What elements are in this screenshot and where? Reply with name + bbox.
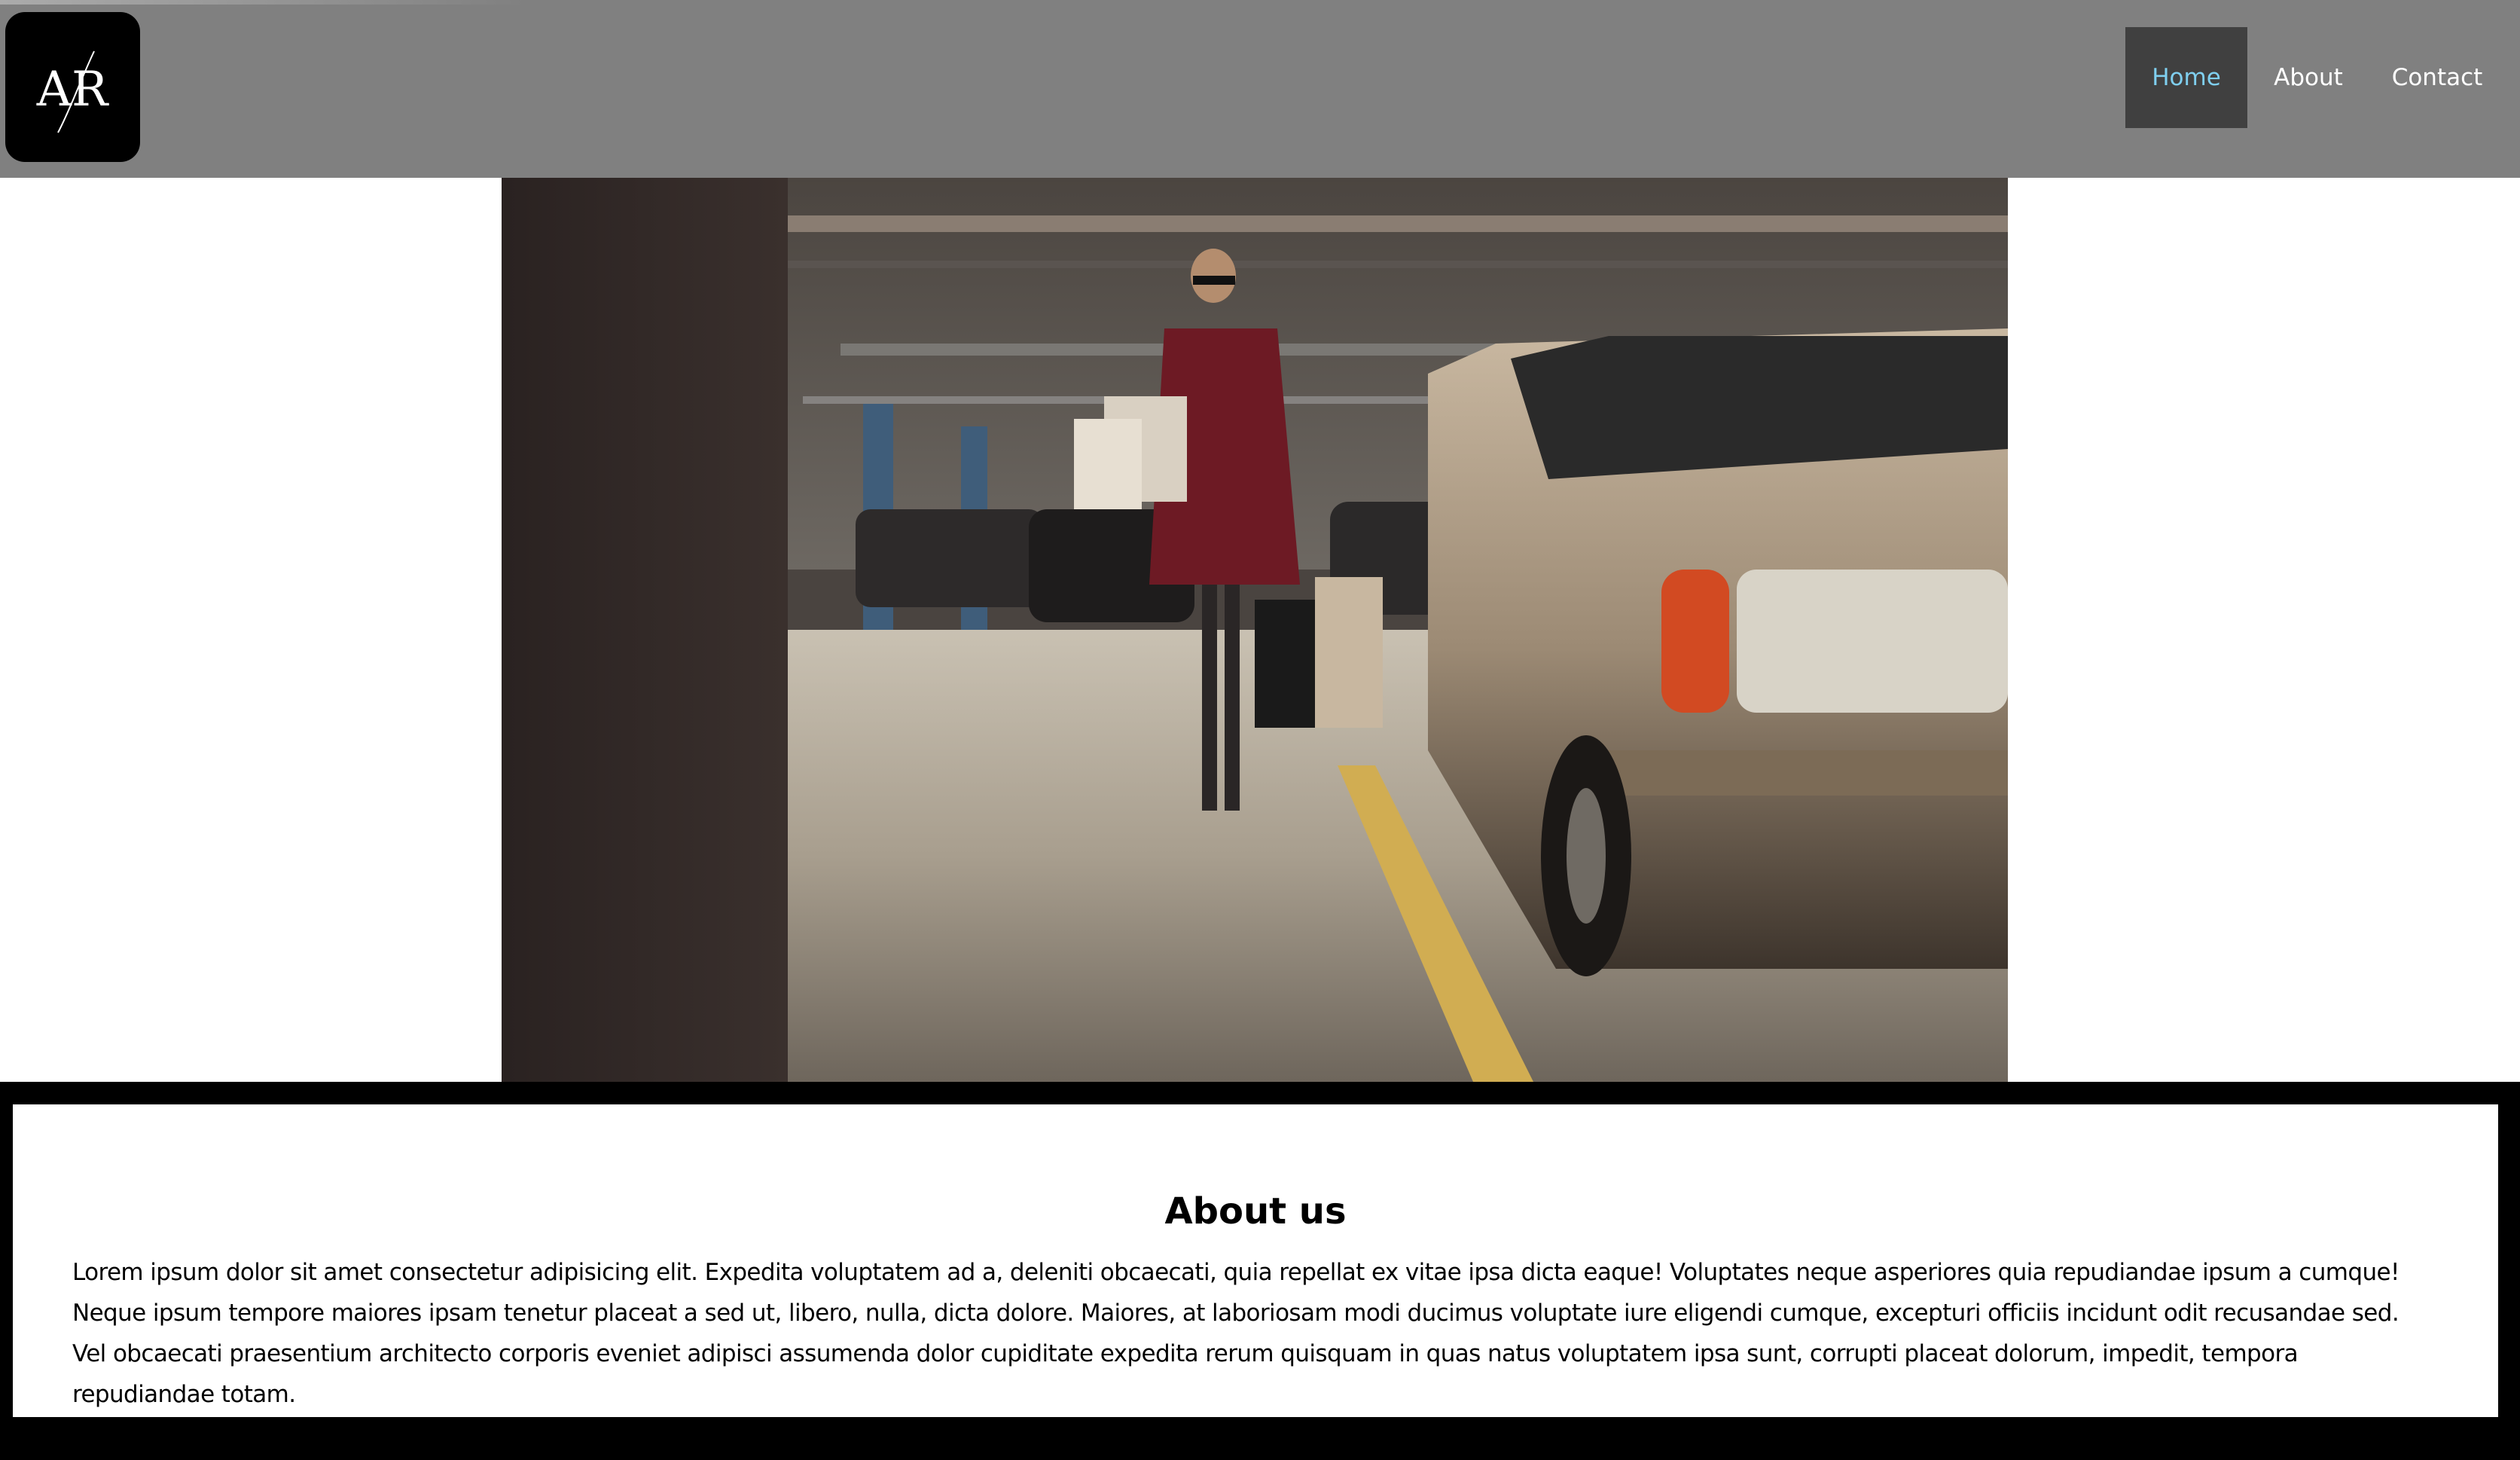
header-highlight [0, 0, 527, 5]
logo-text: AR [36, 62, 109, 118]
about-title: About us [1164, 1190, 1347, 1232]
main-nav: Home About Contact [2125, 27, 2520, 128]
about-body-text: Lorem ipsum dolor sit amet consectetur a… [72, 1259, 2399, 1408]
logo-monogram-icon: AR [36, 50, 109, 133]
hero-photo-icon [502, 178, 2008, 1082]
logo[interactable]: AR [5, 12, 140, 162]
about-card: About us Lorem ipsum dolor sit amet cons… [13, 1104, 2498, 1417]
about-section: About us Lorem ipsum dolor sit amet cons… [0, 1082, 2520, 1460]
nav-home-link[interactable]: Home [2125, 27, 2247, 128]
site-header: AR Home About Contact [0, 0, 2520, 178]
hero-image [502, 178, 2008, 1082]
nav-contact-link[interactable]: Contact [2369, 27, 2505, 128]
nav-about-link[interactable]: About [2247, 27, 2369, 128]
